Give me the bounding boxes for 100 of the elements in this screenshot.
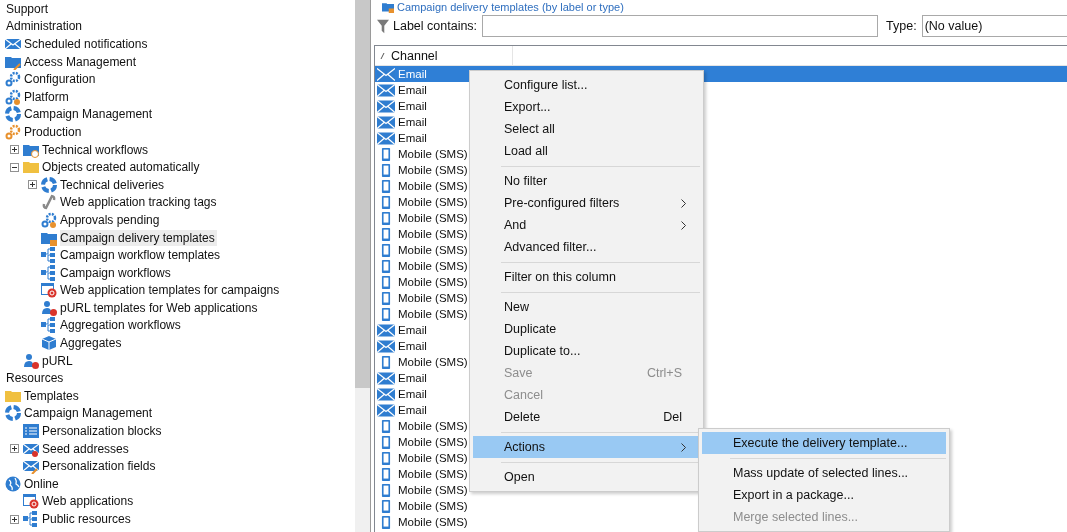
tree-item[interactable]: Campaign delivery templates [60,229,217,246]
tree-item[interactable]: Templates [24,387,81,404]
envelope-icon [377,67,395,81]
menu-item[interactable]: No filter [473,170,700,192]
column-title: Channel [391,48,438,63]
scrollbar[interactable] [355,0,370,532]
menu-item[interactable]: New [473,296,700,318]
list-row[interactable]: Email [375,402,427,418]
list-row[interactable]: Mobile (SMS) [375,482,468,498]
list-row[interactable]: Mobile (SMS) [375,146,468,162]
expand-button[interactable] [10,145,19,155]
list-row[interactable]: Mobile (SMS) [375,514,468,530]
tree-item[interactable]: Technical deliveries [60,176,167,193]
tree-item[interactable]: Technical workflows [42,141,151,158]
tree-item[interactable]: Web applications [42,493,136,510]
list-row[interactable]: Email [375,370,427,386]
tree-item[interactable]: Platform [24,88,71,105]
menu-item[interactable]: And [473,214,700,236]
list-row[interactable]: Mobile (SMS) [375,290,468,306]
tree-item[interactable]: Public resources [42,511,133,527]
list-row[interactable]: Mobile (SMS) [375,258,468,274]
tree-item[interactable]: pURL templates for Web applications [60,299,260,316]
menu-item[interactable]: Mass update of selected lines... [702,462,946,484]
list-row[interactable]: Mobile (SMS) [375,194,468,210]
tree-item[interactable]: Aggregation workflows [60,317,183,334]
list-row[interactable]: Email [375,338,427,354]
workflow-icon [41,264,57,281]
menu-item[interactable]: Pre-configured filters [473,192,700,214]
list-row[interactable]: Mobile (SMS) [375,274,468,290]
channel-cell: Email [398,324,427,336]
list-row[interactable]: Email [375,322,427,338]
tree-item[interactable]: Approvals pending [60,211,162,228]
expand-button[interactable] [10,514,19,524]
ring-icon [5,106,21,123]
tree-item[interactable]: Web application tracking tags [60,194,219,211]
tree-item[interactable]: Production [24,123,84,140]
tree-item[interactable]: Scheduled notifications [24,36,150,52]
envelope-icon [377,339,395,353]
link-icon [41,194,57,211]
column-header[interactable]: Channel [375,46,513,65]
menu-item[interactable]: Filter on this column [473,266,700,288]
tree-item[interactable]: pURL [42,352,75,369]
list-row[interactable]: Mobile (SMS) [375,178,468,194]
menu-item[interactable]: Duplicate [473,318,700,340]
menu-item[interactable]: Select all [473,118,700,140]
expand-button[interactable] [10,444,19,454]
tree-item[interactable]: Campaign workflow templates [60,247,223,264]
channel-cell: Mobile (SMS) [398,420,468,432]
tree-item[interactable]: Configuration [24,71,98,88]
tree-item[interactable]: Campaign Management [24,405,155,422]
tree-item[interactable]: Administration [6,18,85,35]
expand-button[interactable] [10,162,19,172]
menu-item[interactable]: Execute the delivery template... [702,432,946,454]
chevron-icon [681,442,686,452]
list-row[interactable]: Mobile (SMS) [375,226,468,242]
menu-item[interactable]: Load all [473,140,700,162]
channel-cell: Mobile (SMS) [398,164,468,176]
type-select[interactable]: (No value) [921,15,1067,37]
tree-item[interactable]: Aggregates [60,335,124,352]
tree-item[interactable]: Access Management [24,53,139,70]
envelope-icon [5,36,21,52]
tree-item[interactable]: Campaign Management [24,106,155,123]
list-row[interactable]: Email [375,386,427,402]
tree-item[interactable]: Support [6,0,51,17]
list-row[interactable]: Mobile (SMS) [375,466,468,482]
list-row[interactable]: Mobile (SMS) [375,242,468,258]
tree-item[interactable]: Campaign workflows [60,264,173,281]
tree-item[interactable]: Seed addresses [42,440,131,457]
list-row[interactable]: Mobile (SMS) [375,450,468,466]
menu-item[interactable]: Duplicate to... [473,340,700,362]
list-row[interactable]: Email [375,130,427,146]
list-row[interactable]: Mobile (SMS) [375,498,468,514]
menu-item[interactable]: Delete Del [473,406,700,428]
tree-item[interactable]: Resources [6,370,66,387]
menu-item[interactable]: Export... [473,96,700,118]
list-row[interactable]: Email [375,82,427,98]
ring-icon [41,176,57,193]
menu-item[interactable]: Open [473,466,700,488]
list-row[interactable]: Email [375,114,427,130]
tree-item[interactable]: Web application templates for campaigns [60,282,282,299]
list-row[interactable]: Mobile (SMS) [375,162,468,178]
list-row[interactable]: Mobile (SMS) [375,418,468,434]
label-input[interactable] [482,15,879,37]
envelope-icon [377,323,395,337]
list-row[interactable]: Mobile (SMS) [375,434,468,450]
expand-button[interactable] [28,180,37,190]
menu-item[interactable]: Actions [473,436,700,458]
menu-item[interactable]: Export in a package... [702,484,946,506]
list-row[interactable]: Email [375,98,427,114]
workflow-icon [23,511,39,527]
channel-cell: Mobile (SMS) [398,500,468,512]
tree-item[interactable]: Personalization blocks [42,423,164,440]
list-row[interactable]: Mobile (SMS) [375,306,468,322]
tree-item[interactable]: Objects created automatically [42,159,202,176]
tree-item[interactable]: Online [24,475,61,492]
tree-item[interactable]: Personalization fields [42,458,158,475]
list-row[interactable]: Mobile (SMS) [375,354,468,370]
channel-cell: Email [398,404,427,416]
list-row[interactable]: Mobile (SMS) [375,210,468,226]
menu-item[interactable]: Advanced filter... [473,236,700,258]
